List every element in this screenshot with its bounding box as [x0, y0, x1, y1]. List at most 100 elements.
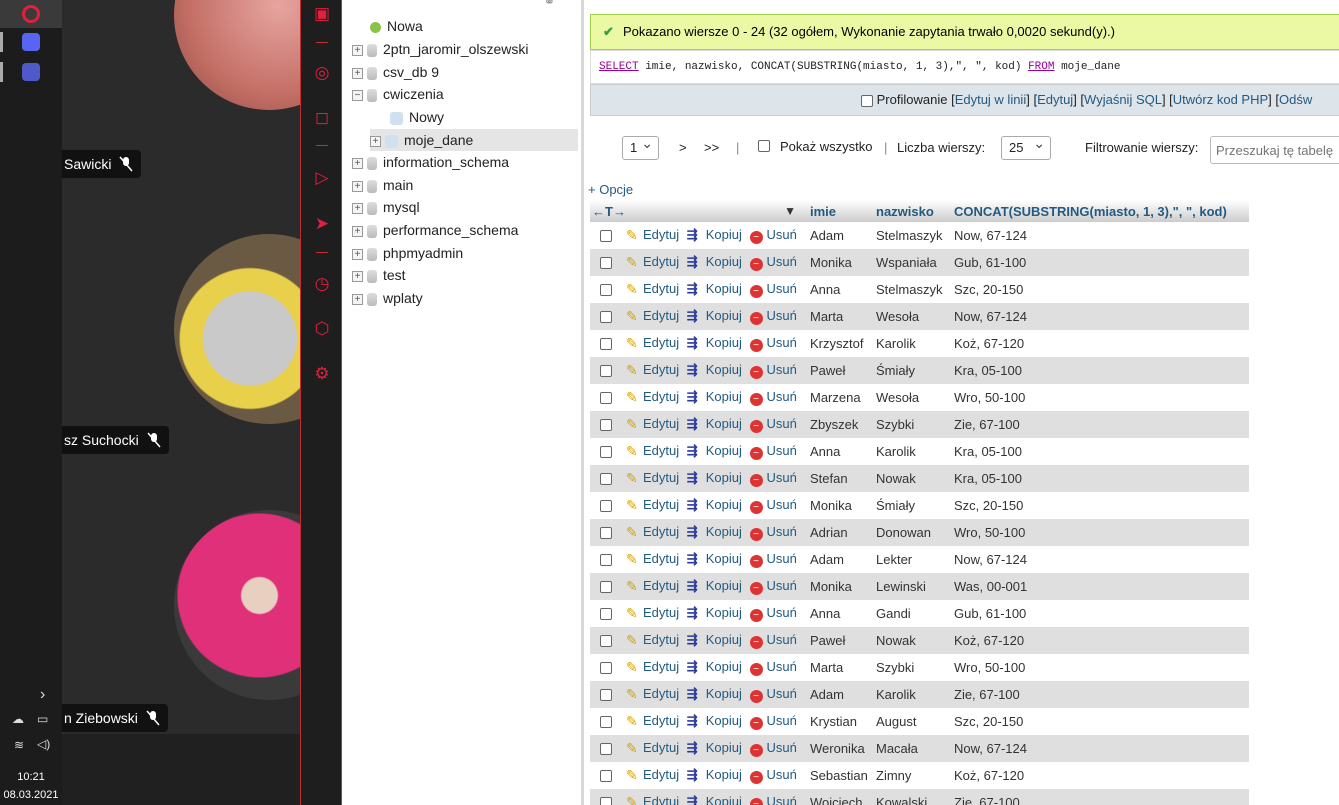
row-edit-button[interactable]: ✎ Edytuj	[626, 308, 679, 324]
row-edit-button[interactable]: ✎ Edytuj	[626, 524, 679, 540]
row-copy-button[interactable]: ⇶ Kopiuj	[687, 389, 742, 404]
cell-imie[interactable]: Anna	[806, 600, 872, 627]
row-delete-button[interactable]: − Usuń	[749, 308, 797, 325]
row-checkbox[interactable]	[600, 526, 612, 539]
create-php-link[interactable]: Utwórz kod PHP	[1173, 92, 1268, 107]
row-edit-button[interactable]: ✎ Edytuj	[626, 551, 679, 567]
row-checkbox[interactable]	[600, 364, 612, 377]
expand-icon[interactable]: +	[352, 248, 363, 260]
cell-concat[interactable]: Koż, 67-120	[950, 762, 1249, 789]
row-copy-button[interactable]: ⇶ Kopiuj	[687, 632, 742, 647]
row-copy-button[interactable]: ⇶ Kopiuj	[687, 335, 742, 350]
row-edit-button[interactable]: ✎ Edytuj	[626, 605, 679, 621]
cell-imie[interactable]: Wojciech	[806, 789, 872, 805]
row-checkbox[interactable]	[600, 337, 612, 350]
participant-tile[interactable]: Sawicki	[62, 0, 300, 192]
cell-nazwisko[interactable]: Nowak	[872, 465, 950, 492]
cell-imie[interactable]: Krzysztof	[806, 330, 872, 357]
cell-imie[interactable]: Monika	[806, 249, 872, 276]
cell-imie[interactable]: Monika	[806, 492, 872, 519]
row-checkbox[interactable]	[600, 553, 612, 566]
cell-nazwisko[interactable]: Karolik	[872, 330, 950, 357]
nav-item-database[interactable]: − cwiczenia	[352, 83, 444, 105]
nav-item-database[interactable]: + csv_db 9	[352, 61, 439, 83]
cell-imie[interactable]: Anna	[806, 438, 872, 465]
row-delete-button[interactable]: − Usuń	[749, 470, 797, 487]
row-copy-button[interactable]: ⇶ Kopiuj	[687, 470, 742, 485]
rows-count-select[interactable]: 25	[1001, 132, 1051, 160]
row-delete-button[interactable]: − Usuń	[749, 551, 797, 568]
row-delete-button[interactable]: − Usuń	[749, 605, 797, 622]
history-icon[interactable]: ◷	[312, 274, 332, 294]
settings-icon[interactable]: ⚙	[312, 364, 332, 384]
taskbar-app-opera[interactable]	[0, 0, 62, 28]
row-copy-button[interactable]: ⇶ Kopiuj	[687, 767, 742, 782]
cell-imie[interactable]: Marta	[806, 303, 872, 330]
cell-imie[interactable]: Paweł	[806, 357, 872, 384]
cell-nazwisko[interactable]: Karolik	[872, 438, 950, 465]
row-delete-button[interactable]: − Usuń	[749, 389, 797, 406]
row-edit-button[interactable]: ✎ Edytuj	[626, 794, 679, 805]
row-copy-button[interactable]: ⇶ Kopiuj	[687, 524, 742, 539]
taskbar-app-discord[interactable]	[0, 28, 62, 56]
cell-imie[interactable]: Stefan	[806, 465, 872, 492]
expand-icon[interactable]: +	[352, 225, 363, 237]
row-edit-button[interactable]: ✎ Edytuj	[626, 767, 679, 783]
row-copy-button[interactable]: ⇶ Kopiuj	[687, 713, 742, 728]
cell-nazwisko[interactable]: Donowan	[872, 519, 950, 546]
row-copy-button[interactable]: ⇶ Kopiuj	[687, 281, 742, 296]
cell-nazwisko[interactable]: Nowak	[872, 627, 950, 654]
nav-item-database[interactable]: +2ptn_jaromir_olszewski	[352, 38, 529, 60]
row-copy-button[interactable]: ⇶ Kopiuj	[687, 497, 742, 512]
row-delete-button[interactable]: − Usuń	[749, 578, 797, 595]
row-checkbox[interactable]	[600, 283, 612, 296]
participant-tile[interactable]: sz Suchocki	[62, 190, 300, 462]
row-copy-button[interactable]: ⇶ Kopiuj	[687, 794, 742, 805]
send-icon[interactable]: ➤	[312, 214, 332, 234]
row-delete-button[interactable]: − Usuń	[749, 443, 797, 460]
cell-concat[interactable]: Now, 67-124	[950, 222, 1249, 249]
edit-inline-link[interactable]: Edytuj w linii	[955, 92, 1027, 107]
row-copy-button[interactable]: ⇶ Kopiuj	[687, 659, 742, 674]
nav-item-database[interactable]: + mysql	[352, 196, 420, 218]
row-delete-button[interactable]: − Usuń	[749, 524, 797, 541]
row-edit-button[interactable]: ✎ Edytuj	[626, 578, 679, 594]
cell-imie[interactable]: Zbyszek	[806, 411, 872, 438]
row-checkbox[interactable]	[600, 796, 612, 805]
cube-icon[interactable]: ⬡	[312, 319, 332, 339]
row-delete-button[interactable]: − Usuń	[749, 713, 797, 730]
chevron-right-icon[interactable]: ›	[40, 686, 45, 704]
twitch-icon[interactable]: ▣	[312, 4, 332, 24]
row-edit-button[interactable]: ✎ Edytuj	[626, 686, 679, 702]
row-copy-button[interactable]: ⇶ Kopiuj	[687, 362, 742, 377]
player-icon[interactable]: ▷	[312, 168, 332, 188]
row-copy-button[interactable]: ⇶ Kopiuj	[687, 686, 742, 701]
row-checkbox[interactable]	[600, 688, 612, 701]
cell-imie[interactable]: Adam	[806, 222, 872, 249]
row-checkbox[interactable]	[600, 472, 612, 485]
row-checkbox[interactable]	[600, 580, 612, 593]
battery-icon[interactable]: ▭	[37, 712, 48, 726]
cell-nazwisko[interactable]: Szybki	[872, 411, 950, 438]
system-clock[interactable]: 10:21 08.03.2021	[0, 768, 62, 804]
cell-nazwisko[interactable]: Szybki	[872, 654, 950, 681]
cell-imie[interactable]: Krystian	[806, 708, 872, 735]
row-edit-button[interactable]: ✎ Edytuj	[626, 227, 679, 243]
row-delete-button[interactable]: − Usuń	[749, 416, 797, 433]
taskbar-app-teams[interactable]	[0, 58, 62, 86]
row-delete-button[interactable]: − Usuń	[749, 632, 797, 649]
cell-nazwisko[interactable]: Wesoła	[872, 303, 950, 330]
row-delete-button[interactable]: − Usuń	[749, 794, 797, 805]
options-link[interactable]: + Opcje	[588, 182, 633, 197]
row-delete-button[interactable]: − Usuń	[749, 335, 797, 352]
row-copy-button[interactable]: ⇶ Kopiuj	[687, 578, 742, 593]
row-checkbox[interactable]	[600, 742, 612, 755]
cell-concat[interactable]: Zie, 67-100	[950, 789, 1249, 805]
cell-concat[interactable]: Now, 67-124	[950, 303, 1249, 330]
row-edit-button[interactable]: ✎ Edytuj	[626, 389, 679, 405]
nav-item-database[interactable]: + phpmyadmin	[352, 242, 463, 264]
cell-nazwisko[interactable]: Lekter	[872, 546, 950, 573]
cell-concat[interactable]: Zie, 67-100	[950, 681, 1249, 708]
sql-keyword[interactable]: SELECT	[599, 61, 639, 73]
cell-concat[interactable]: Wro, 50-100	[950, 654, 1249, 681]
